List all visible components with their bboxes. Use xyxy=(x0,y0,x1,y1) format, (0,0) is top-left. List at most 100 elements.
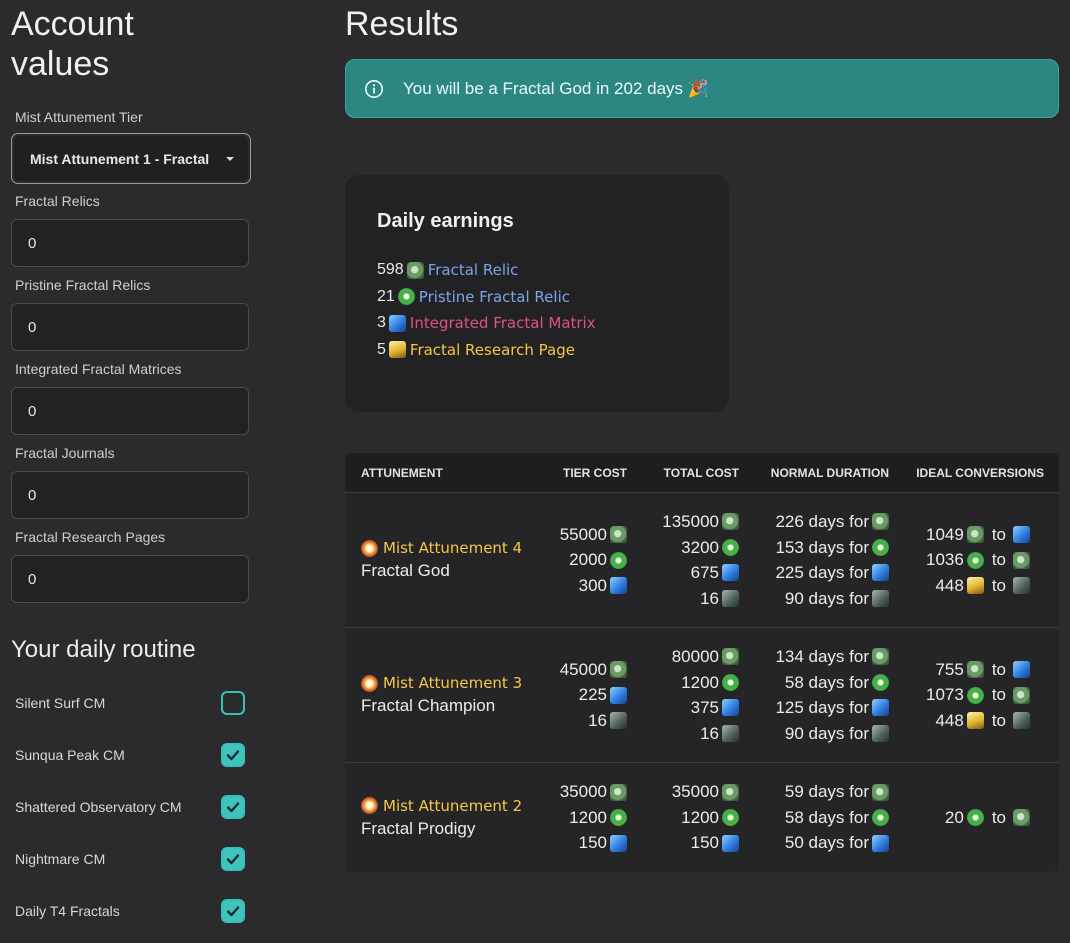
tier-label: Mist Attunement Tier xyxy=(15,109,143,125)
cost-line: 3200 xyxy=(627,535,739,561)
account-values-panel: Account values Mist Attunement Tier Mist… xyxy=(11,0,251,923)
routine-checkbox[interactable] xyxy=(221,795,245,819)
conversion-to-label: to xyxy=(991,575,1006,595)
field-group-pages: Fractal Research Pages xyxy=(11,528,249,603)
cost-value: 135000 xyxy=(662,512,719,531)
cost-line: 58 days for xyxy=(739,670,889,696)
routine-checkbox[interactable] xyxy=(221,743,245,767)
pristine-relic-icon xyxy=(872,809,889,826)
matrix-icon xyxy=(872,834,889,852)
matrix-icon xyxy=(722,564,739,582)
pristine-relic-icon xyxy=(966,551,984,569)
pristine-relic-icon xyxy=(966,686,984,704)
conversion-line: 20 to xyxy=(889,805,1030,831)
conversion-line: 448 to xyxy=(889,573,1030,599)
routine-item-label: Shattered Observatory CM xyxy=(15,799,182,815)
conversion-to-label: to xyxy=(991,807,1006,827)
conversion-amount: 755 xyxy=(935,659,964,679)
cost-line: 675 xyxy=(627,560,739,586)
cost-line: 35000 xyxy=(627,779,739,805)
cost-line: 226 days for xyxy=(739,509,889,535)
routine-item-label: Daily T4 Fractals xyxy=(15,903,120,919)
conversion-amount: 448 xyxy=(935,575,964,595)
cost-line: 125 days for xyxy=(739,695,889,721)
cost-value: 153 days for xyxy=(775,537,869,557)
cost-line: 90 days for xyxy=(739,721,889,747)
earning-item: 5 Fractal Research Page xyxy=(377,337,697,364)
routine-item: Daily T4 Fractals xyxy=(11,897,251,925)
attunement-tier: Mist Attunement 3 xyxy=(361,674,535,692)
cost-value: 16 xyxy=(588,710,607,730)
attunement-table: ATTUNEMENT TIER COST TOTAL COST NORMAL D… xyxy=(345,453,1059,872)
cost-value: 16 xyxy=(700,588,719,608)
header-ideal-conversions: IDEAL CONVERSIONS xyxy=(916,465,1044,480)
research-pages-input[interactable] xyxy=(11,555,249,603)
fractal-relic-icon xyxy=(1013,809,1030,826)
matrix-icon xyxy=(722,834,739,852)
conversion-to-label: to xyxy=(991,659,1006,679)
cost-line: 90 days for xyxy=(739,586,889,612)
header-attunement: ATTUNEMENT xyxy=(361,465,443,480)
cost-line: 1200 xyxy=(535,805,627,831)
cost-value: 1200 xyxy=(569,807,607,827)
field-label-relics: Fractal Relics xyxy=(15,193,100,209)
fractal-relic-icon xyxy=(406,261,424,279)
cost-line: 35000 xyxy=(535,779,627,805)
field-group-matrices: Integrated Fractal Matrices xyxy=(11,360,249,435)
cost-line: 55000 xyxy=(535,522,627,548)
cost-line: 300 xyxy=(535,573,627,599)
journal-icon xyxy=(872,724,889,742)
research-page-icon xyxy=(966,712,984,729)
routine-checkbox[interactable] xyxy=(221,899,245,923)
earning-currency-name: Pristine Fractal Relic xyxy=(418,287,570,306)
table-body: Mist Attunement 4 Fractal God 55000 2000 300… xyxy=(345,493,1059,872)
cost-line: 50 days for xyxy=(739,830,889,856)
cost-value: 45000 xyxy=(559,659,607,679)
cost-line: 225 xyxy=(535,682,627,708)
info-icon xyxy=(365,79,383,98)
routine-item-label: Sunqua Peak CM xyxy=(15,747,125,763)
journal-icon xyxy=(872,589,889,607)
routine-item: Silent Surf CM xyxy=(11,689,251,717)
conversion-amount: 1036 xyxy=(925,550,964,570)
earning-currency-name: Integrated Fractal Matrix xyxy=(409,314,596,333)
cost-line: 58 days for xyxy=(739,805,889,831)
header-total-cost: TOTAL COST xyxy=(663,465,739,480)
journal-icon xyxy=(1013,577,1030,594)
cost-value: 375 xyxy=(690,698,719,717)
journals-input[interactable] xyxy=(11,471,249,519)
cost-line: 135000 xyxy=(627,509,739,535)
journal-icon xyxy=(610,712,627,729)
matrix-icon xyxy=(1013,526,1030,543)
mist-attunement-icon xyxy=(361,797,378,814)
cost-value: 150 xyxy=(578,833,607,853)
field-label-matrices: Integrated Fractal Matrices xyxy=(15,361,182,377)
field-label-pristine: Pristine Fractal Relics xyxy=(15,277,151,293)
routine-checkbox[interactable] xyxy=(221,847,245,871)
conversion-to-label: to xyxy=(991,550,1006,570)
cost-value: 59 days for xyxy=(784,782,869,802)
daily-earnings-title: Daily earnings xyxy=(377,210,514,232)
cost-value: 125 days for xyxy=(775,698,869,717)
mist-attunement-icon xyxy=(361,674,378,692)
pristine-relic-icon xyxy=(872,673,889,691)
routine-item: Shattered Observatory CM xyxy=(11,793,251,821)
cost-value: 80000 xyxy=(671,647,719,666)
tier-select[interactable]: Mist Attunement 1 - Fractal xyxy=(11,133,251,184)
cost-value: 1200 xyxy=(681,807,719,827)
routine-checkbox[interactable] xyxy=(221,691,245,715)
pristine-relic-icon xyxy=(966,809,984,826)
cost-value: 35000 xyxy=(671,782,719,802)
account-values-title: Account values xyxy=(11,5,134,83)
daily-earnings-card: Daily earnings 598 Fractal Relic 21 Pristin… xyxy=(345,175,729,412)
cost-line: 2000 xyxy=(535,547,627,573)
relics-input[interactable] xyxy=(11,219,249,267)
conversion-amount: 1073 xyxy=(925,685,964,705)
earning-currency-name: Fractal Research Page xyxy=(409,340,575,359)
cost-value: 3200 xyxy=(681,537,719,557)
check-icon xyxy=(226,854,240,865)
attunement-title: Fractal Prodigy xyxy=(361,818,476,838)
matrices-input[interactable] xyxy=(11,387,249,435)
pristine-relics-input[interactable] xyxy=(11,303,249,351)
conversion-amount: 20 xyxy=(944,807,964,827)
